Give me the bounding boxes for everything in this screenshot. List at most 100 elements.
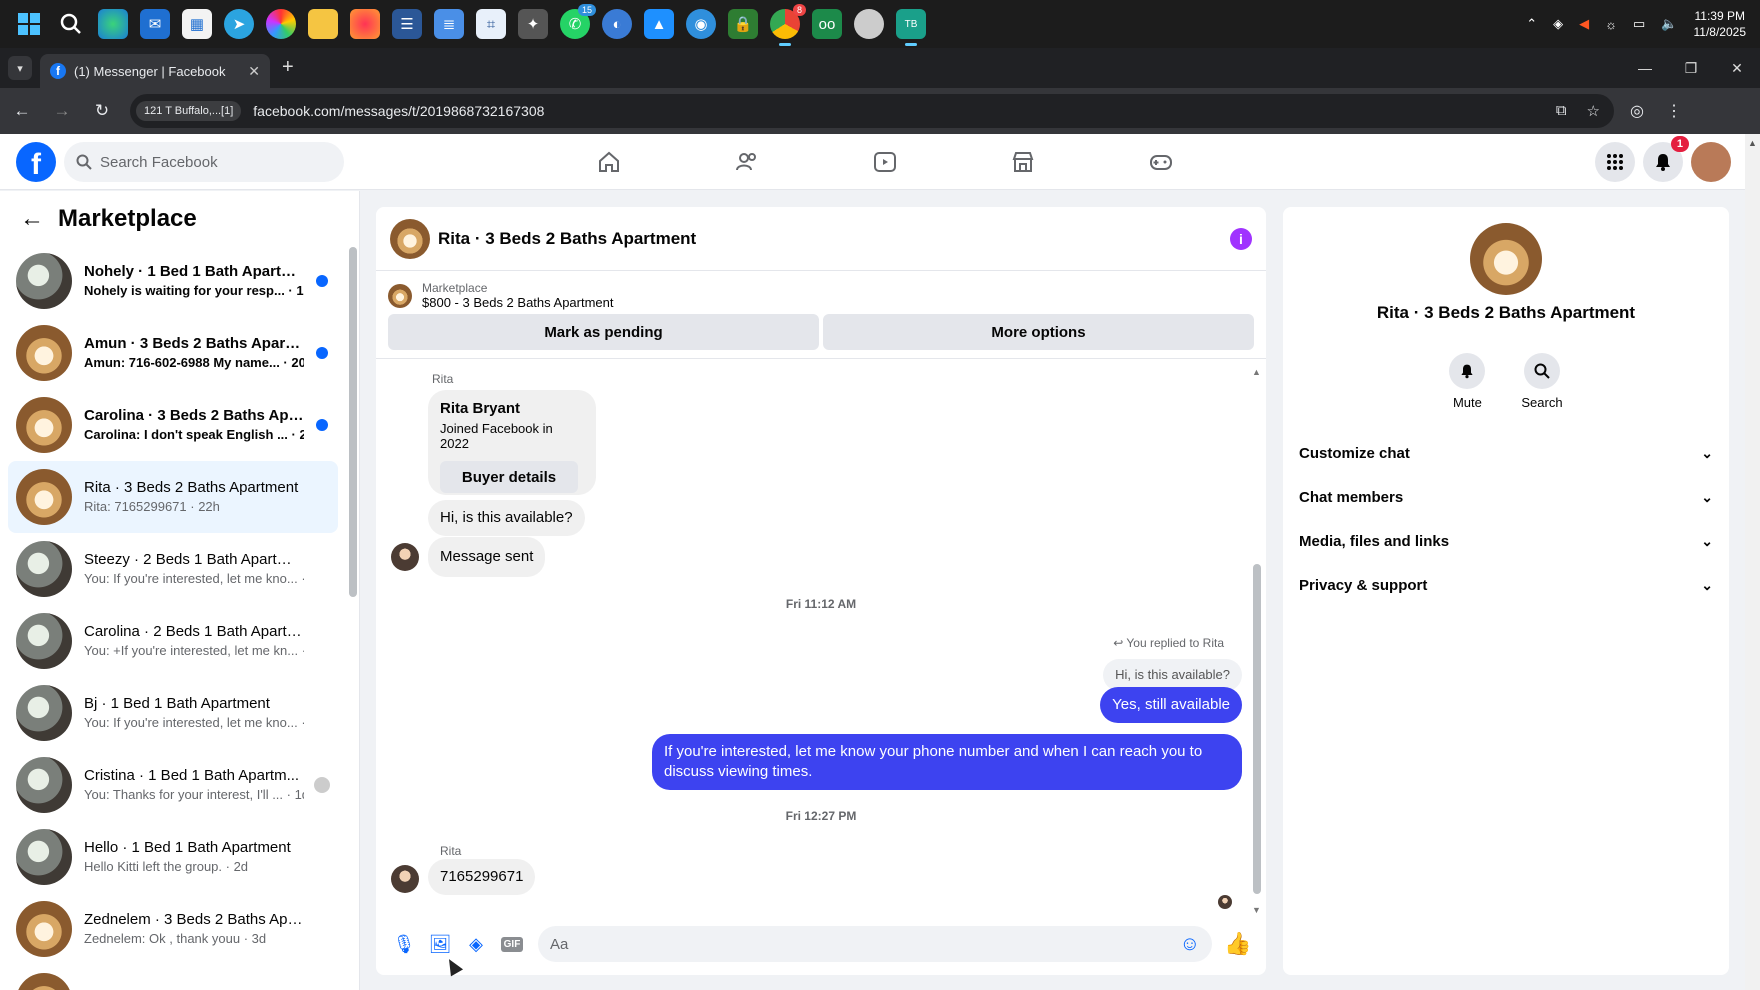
app-icon[interactable] bbox=[350, 9, 380, 39]
rita-avatar[interactable] bbox=[391, 865, 419, 893]
profile-icon[interactable]: ◎ bbox=[1630, 101, 1644, 121]
marketplace-icon[interactable] bbox=[954, 134, 1092, 190]
file-explorer-icon[interactable] bbox=[308, 9, 338, 39]
rita-avatar[interactable] bbox=[391, 543, 419, 571]
message-input[interactable]: Aa ☺ bbox=[538, 926, 1212, 962]
conversation-item[interactable]: Amun · 3 Beds 2 Baths Apartm... Amun: 716… bbox=[8, 317, 338, 389]
app-icon[interactable]: ▲ bbox=[644, 9, 674, 39]
chat-title[interactable]: Rita · 3 Beds 2 Baths Apartment bbox=[438, 229, 696, 249]
incoming-message[interactable]: Message sent bbox=[428, 537, 546, 577]
emoji-icon[interactable]: ☺ bbox=[1180, 933, 1200, 956]
address-bar[interactable]: 121 T Buffalo,...[1] facebook.com/messag… bbox=[130, 94, 1614, 128]
conversation-item[interactable]: Zednelem · 3 Beds 2 Baths Apar... Zednele… bbox=[8, 893, 338, 965]
outgoing-message[interactable]: Yes, still available bbox=[1100, 687, 1242, 723]
restore-icon[interactable]: ❐ bbox=[1668, 48, 1714, 88]
tray-app-icon[interactable]: ◈ bbox=[1553, 16, 1563, 32]
more-options-button[interactable]: More options bbox=[823, 314, 1254, 350]
account-avatar[interactable] bbox=[1691, 142, 1731, 182]
conversation-item[interactable]: Bj · 1 Bed 1 Bath Apartment You: If you'r… bbox=[8, 677, 338, 749]
display-icon[interactable]: ▭ bbox=[1633, 16, 1645, 32]
thumbs-up-icon[interactable]: 👍 bbox=[1220, 926, 1256, 962]
chat-thumbnail[interactable] bbox=[390, 218, 430, 259]
app-icon[interactable] bbox=[854, 9, 884, 39]
install-app-icon[interactable]: ⧉ bbox=[1556, 102, 1567, 120]
listing-info[interactable]: Marketplace $800 - 3 Beds 2 Baths Apartm… bbox=[388, 281, 1254, 310]
sidebar-scrollbar[interactable] bbox=[347, 227, 357, 990]
photos-icon[interactable] bbox=[266, 9, 296, 39]
telegram-icon[interactable]: ➤ bbox=[224, 9, 254, 39]
menu-icon[interactable]: ⋮ bbox=[1666, 101, 1682, 121]
search-in-conversation-button[interactable]: Search bbox=[1521, 353, 1563, 410]
conversation-item[interactable]: Carolina · 3 Beds 2 Baths Apar... Carolin… bbox=[8, 389, 338, 461]
mark-as-pending-button[interactable]: Mark as pending bbox=[388, 314, 819, 350]
lock-app-icon[interactable]: 🔒 bbox=[728, 9, 758, 39]
conversation-item[interactable]: Maurice · 3 Beds 2 Baths Apart... bbox=[8, 965, 338, 990]
notepad-icon[interactable]: ≣ bbox=[434, 9, 464, 39]
sidebar-scroll-thumb[interactable] bbox=[349, 247, 357, 597]
sticker-icon[interactable]: ◈ bbox=[458, 926, 494, 962]
search-icon[interactable] bbox=[56, 9, 86, 39]
edge-icon[interactable] bbox=[98, 9, 128, 39]
whatsapp-icon[interactable]: ✆ 15 bbox=[560, 4, 596, 39]
browser-tab[interactable]: f (1) Messenger | Facebook ✕ bbox=[40, 54, 270, 88]
incoming-message[interactable]: Hi, is this available? bbox=[428, 500, 585, 536]
close-tab-icon[interactable]: ✕ bbox=[248, 63, 260, 80]
conversation-item[interactable]: Nohely · 1 Bed 1 Bath Apartment Nohely is… bbox=[8, 245, 338, 317]
chat-scrollbar[interactable]: ▲ ▼ bbox=[1252, 367, 1262, 915]
chrome-icon[interactable]: 8 bbox=[770, 4, 806, 46]
reload-icon[interactable]: ↻ bbox=[84, 93, 120, 129]
friends-icon[interactable] bbox=[678, 134, 816, 190]
page-scrollbar[interactable]: ▲ bbox=[1745, 134, 1760, 990]
mute-button[interactable]: Mute bbox=[1449, 353, 1486, 410]
conversation-item[interactable]: Carolina · 2 Beds 1 Bath Apartm... You: +… bbox=[8, 605, 338, 677]
home-icon[interactable] bbox=[540, 134, 678, 190]
outlook-icon[interactable]: ✉ bbox=[140, 9, 170, 39]
gaming-icon[interactable] bbox=[1092, 134, 1230, 190]
app-icon[interactable]: ⌗ bbox=[476, 9, 506, 39]
scroll-up-icon[interactable]: ▲ bbox=[1252, 367, 1261, 377]
windows-start-icon[interactable] bbox=[14, 9, 44, 39]
back-icon[interactable]: ← bbox=[4, 93, 40, 129]
conversation-item[interactable]: Steezy · 2 Beds 1 Bath Apartment You: If … bbox=[8, 533, 338, 605]
forward-icon[interactable]: → bbox=[44, 93, 80, 129]
buyer-details-button[interactable]: Buyer details bbox=[440, 461, 578, 493]
outgoing-message[interactable]: If you're interested, let me know your p… bbox=[652, 734, 1242, 790]
brightness-icon[interactable]: ☼ bbox=[1605, 17, 1617, 32]
video-icon[interactable] bbox=[816, 134, 954, 190]
search-facebook-input[interactable]: Search Facebook bbox=[64, 142, 344, 182]
conversation-item[interactable]: Cristina · 1 Bed 1 Bath Apartm... You: Th… bbox=[8, 749, 338, 821]
chevron-up-icon[interactable]: ⌃ bbox=[1526, 16, 1537, 32]
microphone-icon[interactable]: 🎙 bbox=[386, 926, 422, 962]
scroll-up-icon[interactable]: ▲ bbox=[1748, 138, 1757, 148]
tab-search-icon[interactable]: ▾ bbox=[8, 56, 32, 80]
incoming-message[interactable]: 7165299671 bbox=[428, 859, 536, 895]
customize-chat-section[interactable]: Customize chat ⌄ bbox=[1291, 431, 1721, 475]
app-icon[interactable]: oo bbox=[812, 9, 842, 39]
minimize-icon[interactable]: — bbox=[1622, 48, 1668, 88]
close-window-icon[interactable]: ✕ bbox=[1714, 48, 1760, 88]
facebook-logo[interactable]: f bbox=[16, 142, 56, 182]
app-icon[interactable]: ☰ bbox=[392, 9, 422, 39]
app-icon[interactable]: ◐ bbox=[602, 9, 632, 39]
media-files-links-section[interactable]: Media, files and links ⌄ bbox=[1291, 519, 1721, 563]
new-tab-icon[interactable]: + bbox=[282, 56, 294, 79]
tray-app-icon[interactable]: ◀ bbox=[1579, 16, 1589, 32]
conversation-avatar[interactable] bbox=[1470, 223, 1542, 295]
menu-grid-icon[interactable] bbox=[1595, 142, 1635, 182]
notifications-bell-icon[interactable]: 1 bbox=[1643, 136, 1689, 182]
store-icon[interactable]: ▦ bbox=[182, 9, 212, 39]
conversation-item[interactable]: Rita · 3 Beds 2 Baths Apartment Rita: 716… bbox=[8, 461, 338, 533]
app-icon[interactable]: TB bbox=[896, 9, 926, 46]
back-arrow-icon[interactable]: ← bbox=[20, 205, 44, 233]
site-info-chip[interactable]: 121 T Buffalo,...[1] bbox=[136, 101, 242, 121]
chat-members-section[interactable]: Chat members ⌄ bbox=[1291, 475, 1721, 519]
conversation-item[interactable]: Hello · 1 Bed 1 Bath Apartment Hello Kitt… bbox=[8, 821, 338, 893]
gif-icon[interactable]: GIF bbox=[494, 926, 530, 962]
bookmark-star-icon[interactable]: ☆ bbox=[1587, 102, 1600, 120]
app-icon[interactable]: ✦ bbox=[518, 9, 548, 39]
info-icon[interactable]: i bbox=[1230, 227, 1252, 250]
app-icon[interactable]: ◉ bbox=[686, 9, 716, 39]
chat-scroll-thumb[interactable] bbox=[1253, 564, 1261, 894]
clock[interactable]: 11:39 PM 11/8/2025 bbox=[1694, 8, 1747, 40]
privacy-support-section[interactable]: Privacy & support ⌄ bbox=[1291, 563, 1721, 607]
